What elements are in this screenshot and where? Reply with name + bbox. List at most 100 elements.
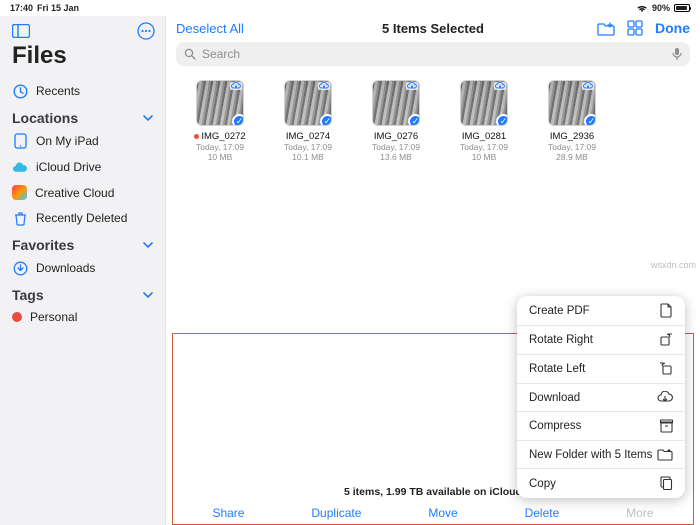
file-name: IMG_0281 (462, 131, 506, 142)
selected-check-icon: ✓ (232, 114, 244, 126)
deselect-all-button[interactable]: Deselect All (176, 21, 244, 36)
file-size: 10.1 MB (292, 152, 324, 162)
cloud-status-icon (582, 82, 594, 90)
context-menu-item[interactable]: Copy (517, 469, 685, 498)
new-folder-icon[interactable] (597, 21, 615, 36)
file-thumbnail[interactable]: ✓ (196, 80, 244, 126)
file-item[interactable]: ✓ IMG_0272 Today, 17:09 10 MB (184, 80, 256, 162)
move-button[interactable]: Move (428, 506, 457, 520)
cloud-icon (12, 159, 28, 175)
context-menu-label: Rotate Right (529, 334, 593, 346)
file-item[interactable]: ✓ IMG_0276 Today, 17:09 13.6 MB (360, 80, 432, 162)
sidebar-title: Files (0, 42, 165, 78)
context-menu-item[interactable]: Compress (517, 412, 685, 441)
sidebar-item-label: iCloud Drive (36, 160, 101, 174)
file-size: 10 MB (472, 152, 497, 162)
view-grid-icon[interactable] (627, 20, 643, 36)
context-menu-label: Compress (529, 420, 581, 432)
search-icon (184, 48, 196, 60)
download-icon (12, 260, 28, 276)
mic-icon[interactable] (672, 47, 682, 61)
sidebar-item-label: Recents (36, 84, 80, 98)
selected-check-icon: ✓ (584, 114, 596, 126)
context-menu-item[interactable]: New Folder with 5 Items (517, 441, 685, 469)
battery-percent: 90% (652, 3, 670, 13)
rotate-left-icon (659, 362, 673, 376)
selected-check-icon: ✓ (496, 114, 508, 126)
context-menu: Create PDF Rotate Right Rotate Left Downloa… (517, 296, 685, 498)
toolbar: Deselect All 5 Items Selected Done (166, 16, 700, 38)
context-menu-label: Download (529, 392, 580, 404)
sidebar-item-label: Personal (30, 310, 77, 324)
context-menu-label: New Folder with 5 Items (529, 449, 652, 461)
file-time: Today, 17:09 (196, 142, 244, 152)
sidebar-item-tag-personal[interactable]: Personal (0, 305, 165, 329)
more-options-icon[interactable] (137, 22, 155, 40)
selected-check-icon: ✓ (408, 114, 420, 126)
cloud-status-icon (406, 82, 418, 90)
document-icon (660, 303, 673, 318)
section-header-locations[interactable]: Locations (0, 104, 165, 128)
chevron-down-icon (143, 115, 153, 122)
file-time: Today, 17:09 (460, 142, 508, 152)
sidebar-item-icloud-drive[interactable]: iCloud Drive (0, 154, 165, 180)
file-size: 10 MB (208, 152, 233, 162)
context-menu-item[interactable]: Create PDF (517, 296, 685, 326)
context-menu-item[interactable]: Rotate Left (517, 355, 685, 384)
creative-cloud-icon (12, 185, 27, 200)
battery-icon (674, 4, 690, 12)
duplicate-button[interactable]: Duplicate (311, 506, 361, 520)
context-menu-label: Create PDF (529, 305, 590, 317)
archive-icon (660, 419, 673, 433)
file-size: 13.6 MB (380, 152, 412, 162)
file-thumbnail[interactable]: ✓ (372, 80, 420, 126)
watermark: wsxdn.com (651, 260, 696, 270)
sidebar-item-on-my-ipad[interactable]: On My iPad (0, 128, 165, 154)
file-name: IMG_0272 (194, 131, 245, 142)
selected-check-icon: ✓ (320, 114, 332, 126)
status-time: 17:40 (10, 3, 33, 13)
copy-icon (660, 476, 673, 491)
sidebar-item-recents[interactable]: Recents (0, 78, 165, 104)
file-thumbnail[interactable]: ✓ (284, 80, 332, 126)
sidebar-item-label: Creative Cloud (35, 186, 114, 200)
trash-icon (12, 210, 28, 226)
clock-icon (12, 83, 28, 99)
content-pane: Deselect All 5 Items Selected Done Searc… (166, 16, 700, 525)
delete-button[interactable]: Delete (525, 506, 560, 520)
section-header-tags[interactable]: Tags (0, 281, 165, 305)
context-menu-item[interactable]: Download (517, 384, 685, 412)
new-folder-icon (657, 448, 673, 461)
file-thumbnail[interactable]: ✓ (460, 80, 508, 126)
context-menu-item[interactable]: Rotate Right (517, 326, 685, 355)
status-date: Fri 15 Jan (37, 3, 79, 13)
context-menu-label: Copy (529, 478, 556, 490)
done-button[interactable]: Done (655, 20, 690, 36)
file-name: IMG_0274 (286, 131, 330, 142)
section-header-favorites[interactable]: Favorites (0, 231, 165, 255)
share-button[interactable]: Share (212, 506, 244, 520)
search-placeholder: Search (202, 47, 240, 61)
cloud-status-icon (230, 82, 242, 90)
sidebar-item-creative-cloud[interactable]: Creative Cloud (0, 180, 165, 205)
wifi-icon (636, 4, 648, 13)
cloud-status-icon (318, 82, 330, 90)
search-input[interactable]: Search (176, 42, 690, 66)
file-item[interactable]: ✓ IMG_0274 Today, 17:09 10.1 MB (272, 80, 344, 162)
sidebar-item-downloads[interactable]: Downloads (0, 255, 165, 281)
sidebar-item-recently-deleted[interactable]: Recently Deleted (0, 205, 165, 231)
file-name: IMG_2936 (550, 131, 594, 142)
download-cloud-icon (657, 391, 673, 404)
sidebar: Files Recents Locations On My iPad iClou… (0, 16, 166, 525)
sidebar-item-label: On My iPad (36, 134, 99, 148)
file-item[interactable]: ✓ IMG_0281 Today, 17:09 10 MB (448, 80, 520, 162)
sidebar-collapse-icon[interactable] (12, 24, 30, 38)
file-name: IMG_0276 (374, 131, 418, 142)
file-item[interactable]: ✓ IMG_2936 Today, 17:09 28.9 MB (536, 80, 608, 162)
rotate-right-icon (659, 333, 673, 347)
chevron-down-icon (143, 292, 153, 299)
file-thumbnail[interactable]: ✓ (548, 80, 596, 126)
file-grid: ✓ IMG_0272 Today, 17:09 10 MB ✓ IMG_0274… (166, 72, 700, 170)
more-button[interactable]: More (626, 506, 653, 520)
file-time: Today, 17:09 (372, 142, 420, 152)
